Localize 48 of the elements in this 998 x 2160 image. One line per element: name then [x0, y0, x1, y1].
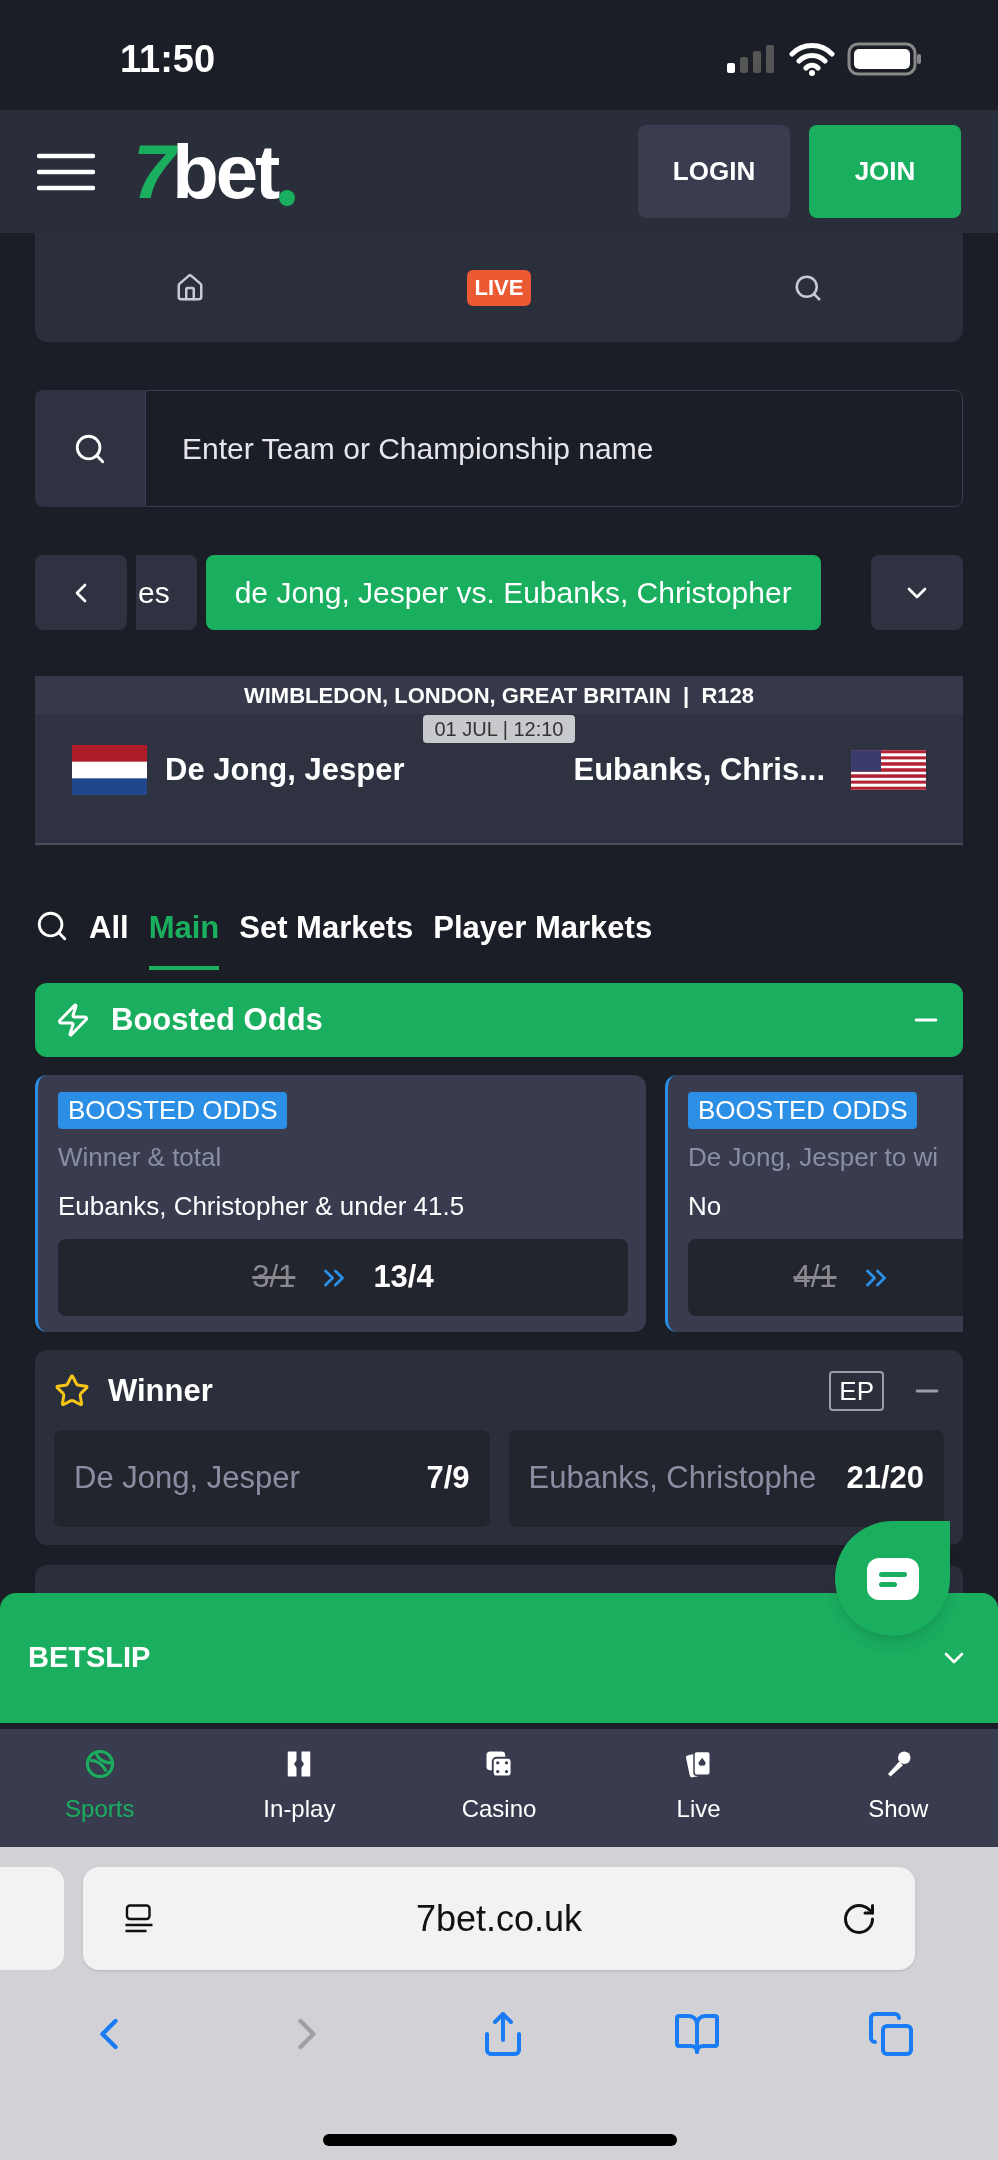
- usa-flag-icon: [851, 750, 926, 790]
- match-datetime: 01 JUL | 12:10: [422, 715, 576, 743]
- ep-badge: EP: [829, 1371, 884, 1412]
- selection-odds-button[interactable]: De Jong, Jesper 7/9: [54, 1429, 490, 1527]
- battery-icon: [847, 42, 923, 76]
- selection-name: No: [688, 1190, 723, 1223]
- wifi-icon: [789, 42, 835, 76]
- market-tab[interactable]: Main: [148, 895, 220, 970]
- market-title: Winner: [108, 1372, 213, 1410]
- search-field[interactable]: Enter Team or Championship name: [145, 390, 963, 507]
- bottom-nav-item[interactable]: Show: [798, 1729, 998, 1847]
- boosted-badge: BOOSTED ODDS: [58, 1092, 288, 1129]
- signal-icon: [725, 43, 777, 75]
- bottom-nav-item[interactable]: Casino: [399, 1729, 599, 1847]
- tabs-icon[interactable]: [867, 2010, 915, 2058]
- boosted-badge: BOOSTED ODDS: [688, 1092, 918, 1129]
- home-player: De Jong, Jesper: [165, 750, 405, 789]
- login-button[interactable]: LOGIN: [638, 125, 790, 218]
- odds-button[interactable]: 4/1: [688, 1239, 963, 1316]
- logo[interactable]: 7bet: [133, 133, 296, 210]
- odds-button[interactable]: 3/1 13/4: [58, 1239, 628, 1316]
- dice-icon: [484, 1749, 514, 1779]
- market-tab[interactable]: Player Markets: [433, 895, 653, 970]
- lightning-icon: [55, 1002, 91, 1038]
- event-tab[interactable]: es: [136, 555, 197, 630]
- away-player: Eubanks, Chris...: [573, 750, 825, 789]
- market-name: Winner & total: [58, 1141, 223, 1174]
- selection-odds-button[interactable]: Eubanks, Christophe 21/20: [508, 1429, 944, 1527]
- section-title: Boosted Odds: [111, 1000, 323, 1039]
- address-bar[interactable]: 7bet.co.uk: [83, 1867, 915, 1970]
- market-name: De Jong, Jesper to wi: [688, 1141, 939, 1174]
- ball-icon: [84, 1749, 115, 1779]
- betslip-title: BETSLIP: [28, 1640, 151, 1676]
- netherlands-flag-icon: [72, 745, 147, 795]
- status-time: 11:50: [120, 36, 216, 82]
- bottom-nav-item[interactable]: Sports: [0, 1729, 200, 1847]
- bottom-nav-item[interactable]: Live: [598, 1729, 799, 1847]
- bottom-nav-item[interactable]: In-play: [199, 1729, 400, 1847]
- search-icon[interactable]: [35, 909, 69, 943]
- home-icon[interactable]: [174, 272, 205, 303]
- chat-icon: [866, 1557, 919, 1600]
- url-text: 7bet.co.uk: [414, 1896, 584, 1941]
- menu-icon[interactable]: [37, 151, 95, 192]
- selection-name: Eubanks, Christopher & under 41.5: [58, 1190, 466, 1223]
- competition-title: WIMBLEDON, LONDON, GREAT BRITAIN | R128: [243, 681, 755, 710]
- search-button[interactable]: [35, 390, 145, 507]
- market-tab[interactable]: All: [89, 895, 129, 970]
- market-tab[interactable]: Set Markets: [239, 895, 414, 970]
